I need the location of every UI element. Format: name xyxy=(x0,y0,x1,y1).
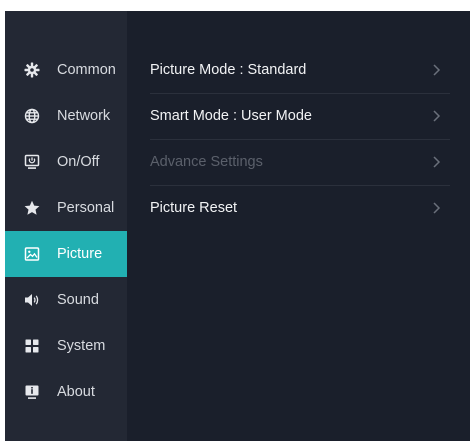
chevron-right-icon xyxy=(430,201,442,215)
sidebar-item-network[interactable]: Network xyxy=(5,93,127,139)
sidebar-item-label: About xyxy=(57,384,95,400)
sidebar-item-on-off[interactable]: On/Off xyxy=(5,139,127,185)
sidebar-item-label: On/Off xyxy=(57,154,100,170)
advance-settings-row[interactable]: Advance Settings xyxy=(150,139,450,186)
picture-reset-row[interactable]: Picture Reset xyxy=(150,185,450,231)
smart-mode-label: Smart Mode : xyxy=(150,108,238,124)
chevron-right-icon xyxy=(430,109,442,123)
sidebar-item-label: Picture xyxy=(57,246,103,262)
sidebar-item-about[interactable]: About xyxy=(5,369,127,415)
advance-settings-label: Advance Settings xyxy=(150,154,263,170)
smart-mode-text: Smart Mode : User Mode xyxy=(150,108,312,124)
picture-settings-list: Picture Mode : Standard Smart Mode : User … xyxy=(127,11,470,441)
sidebar-item-picture[interactable]: Picture xyxy=(5,231,127,277)
smart-mode-row[interactable]: Smart Mode : User Mode xyxy=(150,93,450,140)
gear-icon xyxy=(22,60,42,80)
sidebar-item-label: Common xyxy=(57,62,116,78)
sidebar-item-label: Network xyxy=(57,108,111,124)
globe-icon xyxy=(22,106,42,126)
speaker-icon xyxy=(22,290,42,310)
smart-mode-value: User Mode xyxy=(241,108,312,124)
sidebar-item-common[interactable]: Common xyxy=(5,47,127,93)
sidebar-item-label: Personal xyxy=(57,200,115,216)
grid-icon xyxy=(22,336,42,356)
monitor-power-icon xyxy=(22,152,42,172)
settings-sidebar: Common Network On/Off Personal Picture S… xyxy=(5,11,127,441)
info-monitor-icon xyxy=(22,382,42,402)
picture-reset-label: Picture Reset xyxy=(150,200,238,216)
chevron-right-icon xyxy=(430,155,442,169)
picture-mode-label: Picture Mode : xyxy=(150,62,244,78)
picture-mode-value: Standard xyxy=(247,62,307,78)
sidebar-item-personal[interactable]: Personal xyxy=(5,185,127,231)
chevron-right-icon xyxy=(430,63,442,77)
picture-mode-row[interactable]: Picture Mode : Standard xyxy=(150,47,450,94)
settings-panel: Common Network On/Off Personal Picture S… xyxy=(5,11,470,441)
picture-icon xyxy=(22,244,42,264)
picture-mode-text: Picture Mode : Standard xyxy=(150,62,306,78)
sidebar-item-label: Sound xyxy=(57,292,99,308)
sidebar-item-label: System xyxy=(57,338,106,354)
star-icon xyxy=(22,198,42,218)
sidebar-item-system[interactable]: System xyxy=(5,323,127,369)
sidebar-item-sound[interactable]: Sound xyxy=(5,277,127,323)
